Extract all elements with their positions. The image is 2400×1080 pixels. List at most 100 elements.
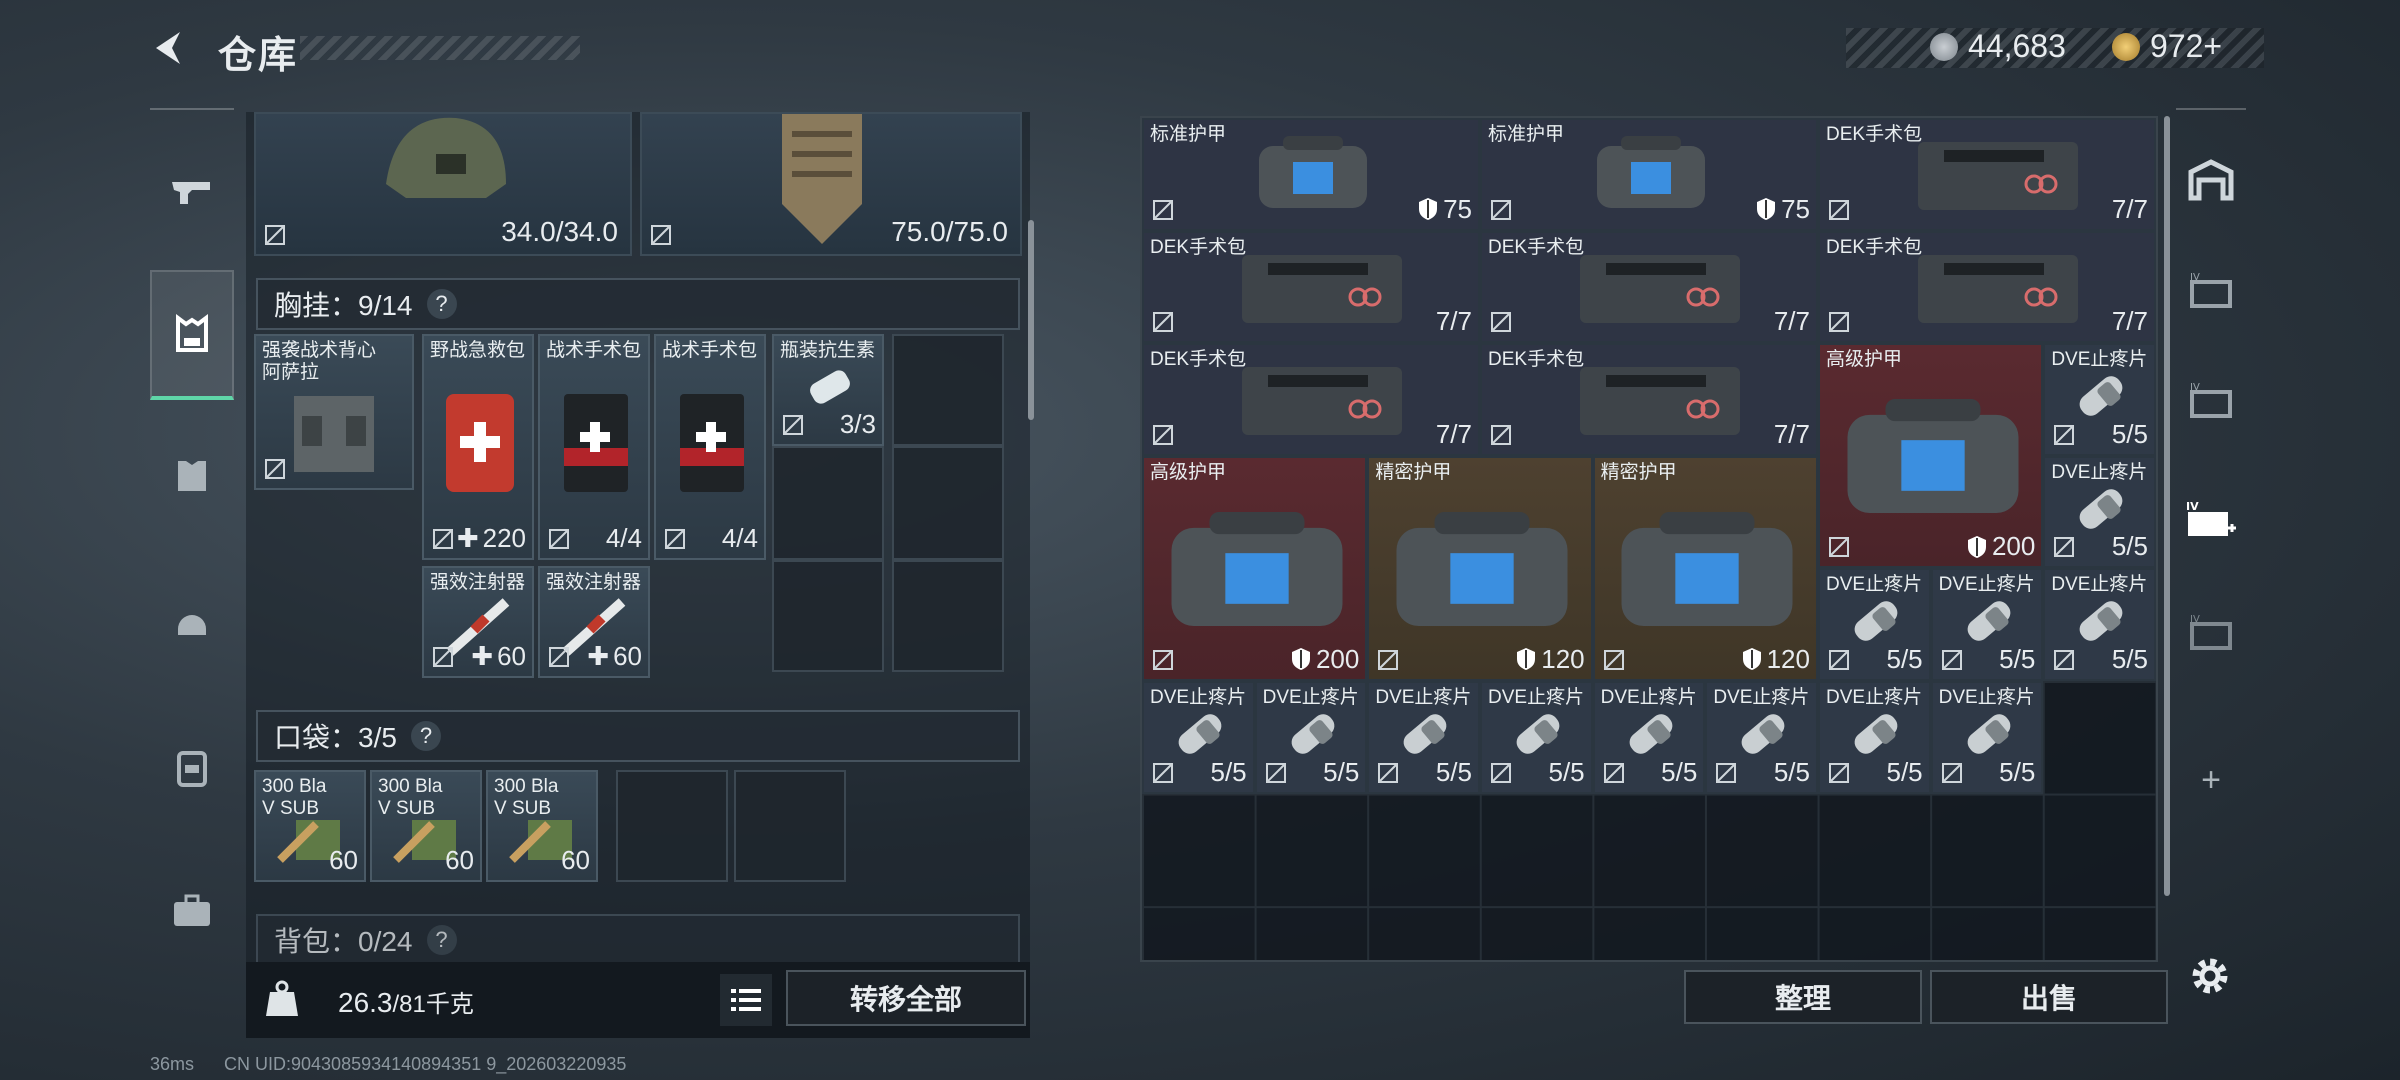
stash-tab-5[interactable]: IV bbox=[2176, 582, 2246, 682]
chest-rig-help-button[interactable]: ? bbox=[426, 289, 457, 319]
empty-slot[interactable] bbox=[892, 560, 1004, 672]
sort-button[interactable]: 整理 bbox=[1684, 970, 1922, 1024]
nav-backpack[interactable] bbox=[150, 702, 234, 832]
stash-item[interactable]: DVE止疼片 5/5 bbox=[2043, 343, 2156, 456]
svg-text:IV: IV bbox=[2190, 382, 2200, 393]
back-button[interactable] bbox=[148, 26, 192, 70]
nav-weapons[interactable] bbox=[150, 128, 234, 258]
pocket-item-ammo[interactable]: 300 Bla V SUB 60 bbox=[370, 770, 482, 882]
stash-item[interactable]: DEK手术包 7/7 bbox=[1818, 230, 2156, 344]
stash-tab-2[interactable]: IV bbox=[2176, 240, 2246, 340]
left-scrollbar[interactable] bbox=[1028, 220, 1034, 420]
stash-item[interactable]: DVE止疼片 5/5 bbox=[2043, 455, 2156, 569]
stash-item[interactable]: DEK手术包 7/7 bbox=[1480, 343, 1818, 456]
transfer-all-button[interactable]: 转移全部 bbox=[786, 970, 1026, 1026]
chest-rig-item[interactable]: 强袭战术背心 阿萨拉 bbox=[254, 334, 414, 490]
stash-item[interactable]: DVE止疼片 5/5 bbox=[1705, 681, 1818, 794]
stash-tab-main[interactable] bbox=[2176, 130, 2246, 230]
shield-icon bbox=[1967, 535, 1986, 558]
stash-item[interactable]: DVE止疼片 5/5 bbox=[1930, 568, 2044, 681]
stash-item[interactable]: DEK手术包 7/7 bbox=[1480, 230, 1818, 344]
item-quantity: 120 bbox=[1515, 644, 1585, 675]
item-quantity: 5/5 bbox=[1323, 756, 1360, 787]
item-name: 战术手术包 bbox=[546, 340, 642, 361]
list-view-button[interactable] bbox=[720, 974, 772, 1026]
not-insured-icon bbox=[1716, 762, 1737, 783]
stash-item[interactable]: 高级护甲 200 bbox=[1142, 455, 1368, 681]
empty-slot[interactable] bbox=[772, 560, 884, 672]
loadout-panel: 34.0/34.0 75.0/75.0 胸挂：9/14 ? 强袭战术背心 阿萨拉… bbox=[246, 112, 1030, 962]
chest-item-first-aid[interactable]: 野战急救包 ✚ 220 bbox=[422, 334, 534, 560]
item-name: 300 Bla bbox=[494, 776, 559, 797]
pocket-item-ammo[interactable]: 300 Bla V SUB 60 bbox=[486, 770, 598, 882]
not-insured-icon bbox=[549, 647, 569, 667]
item-quantity: ✚ 60 bbox=[471, 641, 526, 671]
pockets-help-button[interactable]: ? bbox=[410, 721, 441, 751]
nav-helmet[interactable] bbox=[150, 558, 234, 688]
stash-tab-3[interactable]: IV bbox=[2176, 350, 2246, 450]
empty-slot[interactable] bbox=[772, 446, 884, 560]
chest-item-surgery-kit[interactable]: 战术手术包 4/4 bbox=[654, 334, 766, 560]
chest-item-antibiotics[interactable]: 瓶装抗生素 3/3 bbox=[772, 334, 884, 446]
stash-item[interactable]: DVE止疼片 5/5 bbox=[1592, 681, 1706, 794]
first-aid-kit-image bbox=[446, 394, 514, 492]
helmet-slot[interactable]: 34.0/34.0 bbox=[254, 112, 632, 256]
rig-name-line1: 强袭战术背心 bbox=[262, 340, 377, 361]
painkiller-image bbox=[2079, 601, 2123, 642]
medical-case-tier4-icon: IV bbox=[2186, 500, 2236, 536]
not-insured-icon bbox=[1491, 424, 1511, 445]
sell-button[interactable]: 出售 bbox=[1930, 970, 2168, 1024]
stash-tab-medical[interactable]: IV bbox=[2176, 470, 2246, 570]
stash-item[interactable]: 标准护甲 75 bbox=[1142, 118, 1480, 231]
stash-item[interactable]: DVE止疼片 5/5 bbox=[1142, 681, 1255, 794]
stash-item[interactable]: DVE止疼片 5/5 bbox=[1254, 681, 1368, 794]
stash-item[interactable]: 精密护甲 120 bbox=[1367, 455, 1593, 681]
item-name: 瓶装抗生素 bbox=[780, 340, 876, 361]
stash-scrollbar[interactable] bbox=[2164, 116, 2170, 896]
item-quantity: 5/5 bbox=[1999, 643, 2036, 674]
item-quantity: 5/5 bbox=[1661, 756, 1698, 787]
empty-slot[interactable] bbox=[616, 770, 728, 882]
pocket-item-ammo[interactable]: 300 Bla V SUB 60 bbox=[254, 770, 366, 882]
stash-item[interactable]: DVE止疼片 5/5 bbox=[1480, 681, 1593, 794]
stash-item[interactable]: 精密护甲 120 bbox=[1592, 455, 1818, 681]
page-title: 仓库 bbox=[218, 35, 299, 77]
nav-armor[interactable] bbox=[150, 410, 234, 540]
chest-item-injector[interactable]: 强效注射器 ✚ 60 bbox=[538, 566, 650, 678]
shield-icon bbox=[1517, 648, 1536, 671]
empty-slot[interactable] bbox=[892, 446, 1004, 560]
stash-item[interactable]: DVE止疼片 5/5 bbox=[2043, 568, 2156, 681]
add-stash-tab-button[interactable]: + bbox=[2176, 730, 2246, 830]
item-name: DEK手术包 bbox=[1488, 349, 1585, 371]
chest-item-injector[interactable]: 强效注射器 ✚ 60 bbox=[422, 566, 534, 678]
empty-slot[interactable] bbox=[892, 334, 1004, 446]
nav-case[interactable] bbox=[150, 846, 234, 976]
stash-item[interactable]: DVE止疼片 5/5 bbox=[1367, 681, 1480, 794]
item-quantity: 7/7 bbox=[1435, 306, 1472, 337]
stash-item[interactable]: 标准护甲 75 bbox=[1480, 118, 1818, 231]
stash-item[interactable]: DEK手术包 7/7 bbox=[1818, 118, 2156, 231]
ping: 36ms bbox=[150, 1054, 195, 1074]
plus-icon: ✚ bbox=[456, 523, 479, 553]
stash-panel: 标准护甲 75 标准护甲 75 DEK手术包 7/7 DEK手术包 7/7 DEK手术包 7/7 D… bbox=[1140, 116, 2158, 962]
item-name: 300 Bla bbox=[262, 776, 327, 797]
surgery-kit-image bbox=[1918, 142, 2078, 210]
item-quantity: 5/5 bbox=[1886, 756, 1923, 787]
stash-item[interactable]: DVE止疼片 5/5 bbox=[1818, 568, 1931, 681]
stash-item[interactable]: DEK手术包 7/7 bbox=[1142, 343, 1480, 456]
nav-chest-rig[interactable] bbox=[150, 270, 234, 400]
premium-balance[interactable]: 972+ bbox=[2112, 28, 2222, 65]
chest-item-surgery-kit[interactable]: 战术手术包 4/4 bbox=[538, 334, 650, 560]
backpack-help-button[interactable]: ? bbox=[426, 925, 457, 955]
empty-slot[interactable] bbox=[734, 770, 846, 882]
coin-amount: 44,683 bbox=[1968, 28, 2066, 64]
item-quantity: 5/5 bbox=[2111, 531, 2148, 562]
stash-item[interactable]: DEK手术包 7/7 bbox=[1142, 230, 1480, 344]
stash-item[interactable]: DVE止疼片 5/5 bbox=[1930, 681, 2044, 794]
settings-gear-icon[interactable] bbox=[2186, 952, 2234, 1000]
armor-slot[interactable]: 75.0/75.0 bbox=[640, 112, 1022, 256]
premium-amount: 972+ bbox=[2150, 28, 2223, 64]
stash-item[interactable]: DVE止疼片 5/5 bbox=[1818, 681, 1931, 794]
stash-item[interactable]: 高级护甲 200 bbox=[1818, 343, 2044, 569]
plus-icon: ✚ bbox=[471, 641, 494, 671]
